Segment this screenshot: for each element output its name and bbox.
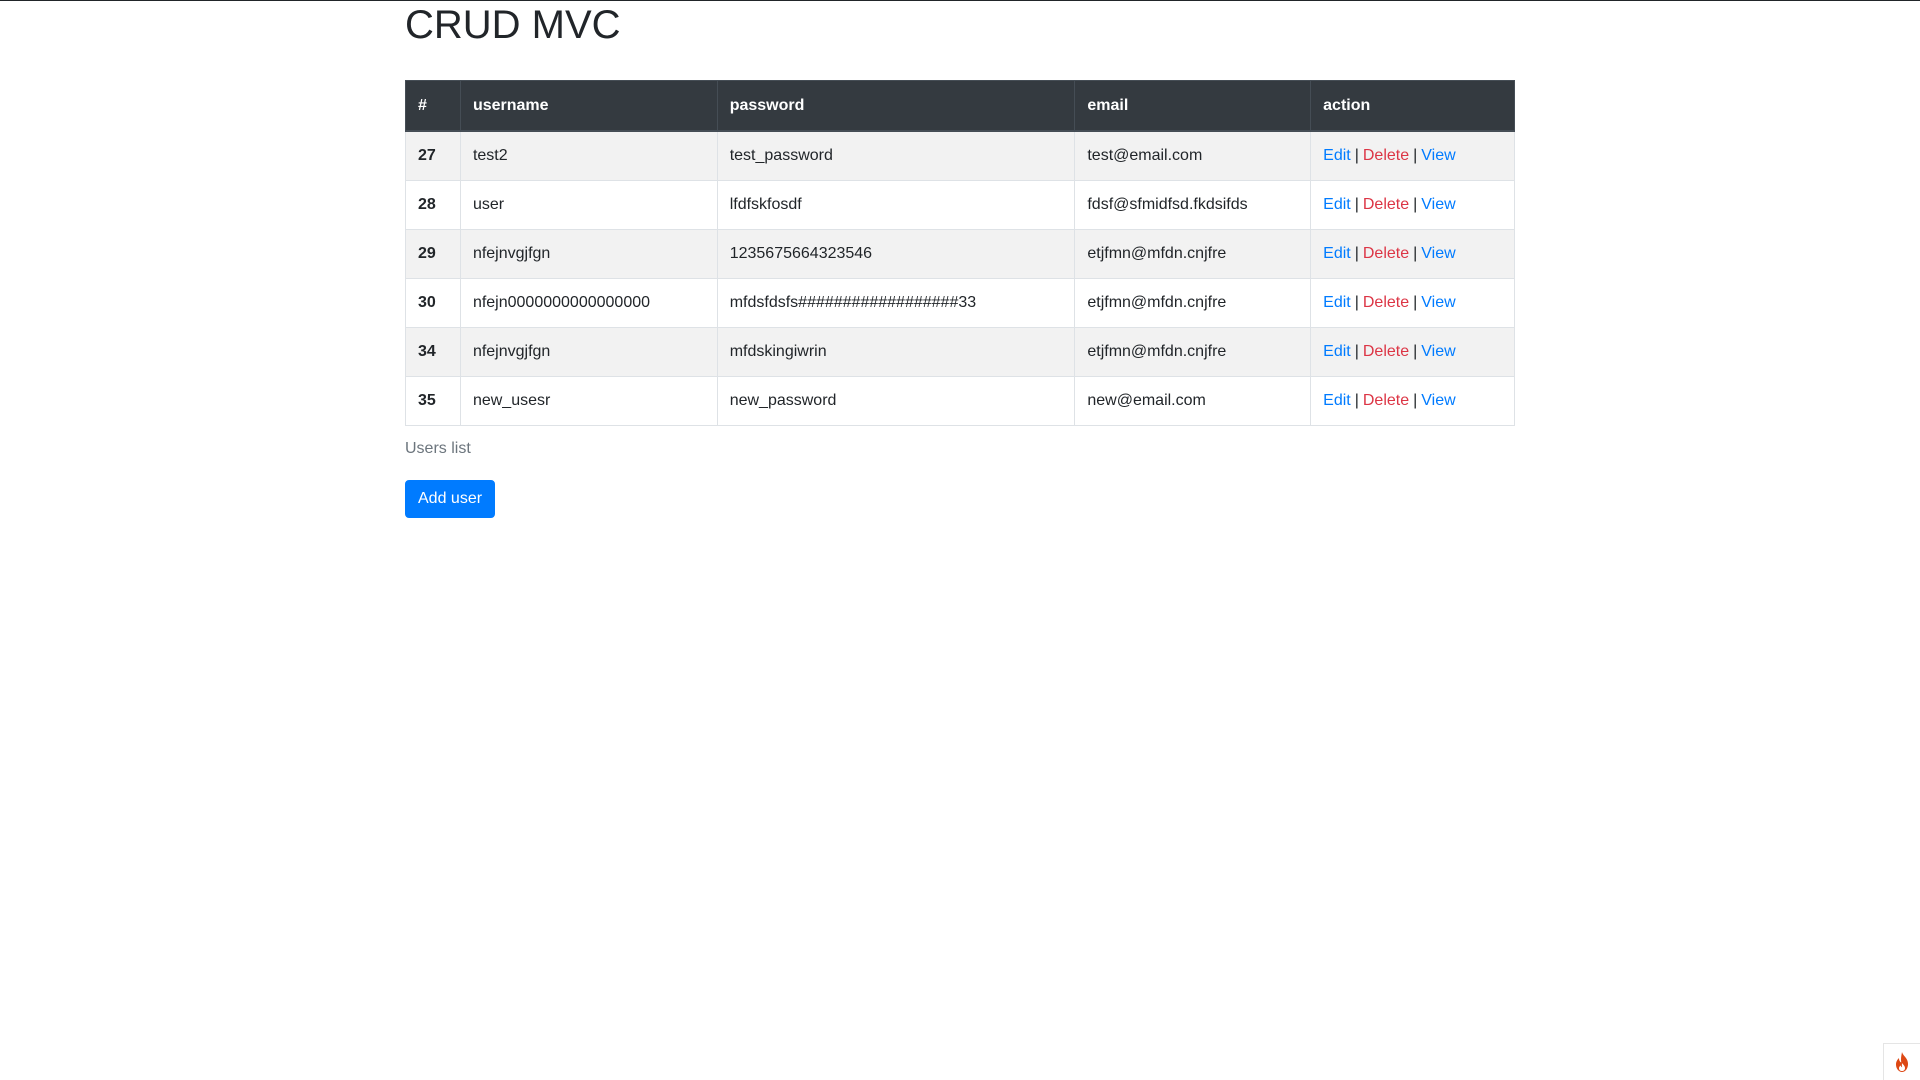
debug-toolbar-toggle[interactable] <box>1883 1043 1920 1080</box>
header-username: username <box>459 80 718 132</box>
cell-email: new@email.com <box>1074 376 1312 426</box>
action-separator: | <box>1413 392 1418 409</box>
cell-id: 35 <box>405 376 461 426</box>
table-row: 27 test2 test_password test@email.com Ed… <box>405 130 1515 181</box>
cell-actions: Edit | Delete | View <box>1310 376 1515 426</box>
delete-link[interactable]: Delete <box>1363 392 1409 409</box>
cell-actions: Edit | Delete | View <box>1310 130 1515 181</box>
action-separator: | <box>1354 147 1359 164</box>
table-row: 35 new_usesr new_password new@email.com … <box>405 376 1515 426</box>
header-password: password <box>716 80 1076 132</box>
action-separator: | <box>1354 294 1359 311</box>
add-user-button[interactable]: Add user <box>405 480 496 518</box>
users-table: Users list # username password email act… <box>405 80 1515 458</box>
cell-email: etjfmn@mfdn.cnjfre <box>1074 229 1312 279</box>
view-link[interactable]: View <box>1421 392 1455 409</box>
action-separator: | <box>1354 196 1359 213</box>
delete-link[interactable]: Delete <box>1363 294 1409 311</box>
action-separator: | <box>1413 147 1418 164</box>
edit-link[interactable]: Edit <box>1323 245 1351 262</box>
edit-link[interactable]: Edit <box>1323 196 1351 213</box>
table-row: 29 nfejnvgjfgn 1235675664323546 etjfmn@m… <box>405 229 1515 279</box>
header-id: # <box>405 80 461 132</box>
table-row: 30 nfejn0000000000000000 mfdsfdsfs######… <box>405 278 1515 328</box>
action-separator: | <box>1413 245 1418 262</box>
table-row: 34 nfejnvgjfgn mfdskingiwrin etjfmn@mfdn… <box>405 327 1515 377</box>
cell-actions: Edit | Delete | View <box>1310 229 1515 279</box>
header-action: action <box>1310 80 1515 132</box>
cell-username: new_usesr <box>459 376 718 426</box>
cell-email: test@email.com <box>1074 130 1312 181</box>
view-link[interactable]: View <box>1421 245 1455 262</box>
cell-password: 1235675664323546 <box>716 229 1076 279</box>
view-link[interactable]: View <box>1421 343 1455 360</box>
cell-password: mfdsfdsfs##################33 <box>716 278 1076 328</box>
view-link[interactable]: View <box>1421 294 1455 311</box>
action-separator: | <box>1354 343 1359 360</box>
cell-id: 28 <box>405 180 461 230</box>
cell-email: etjfmn@mfdn.cnjfre <box>1074 327 1312 377</box>
delete-link[interactable]: Delete <box>1363 196 1409 213</box>
cell-username: test2 <box>459 130 718 181</box>
edit-link[interactable]: Edit <box>1323 392 1351 409</box>
action-separator: | <box>1413 294 1418 311</box>
action-separator: | <box>1413 196 1418 213</box>
cell-id: 34 <box>405 327 461 377</box>
cell-actions: Edit | Delete | View <box>1310 327 1515 377</box>
page-title: CRUD MVC <box>405 3 621 47</box>
view-link[interactable]: View <box>1421 196 1455 213</box>
action-separator: | <box>1413 343 1418 360</box>
cell-id: 27 <box>405 130 461 181</box>
cell-actions: Edit | Delete | View <box>1310 180 1515 230</box>
action-separator: | <box>1354 245 1359 262</box>
cell-password: test_password <box>716 130 1076 181</box>
cell-username: nfejnvgjfgn <box>459 229 718 279</box>
edit-link[interactable]: Edit <box>1323 343 1351 360</box>
action-separator: | <box>1354 392 1359 409</box>
cell-username: user <box>459 180 718 230</box>
edit-link[interactable]: Edit <box>1323 294 1351 311</box>
table-caption: Users list <box>405 440 471 457</box>
cell-actions: Edit | Delete | View <box>1310 278 1515 328</box>
table-header-row: # username password email action <box>405 80 1515 132</box>
edit-link[interactable]: Edit <box>1323 147 1351 164</box>
cell-id: 29 <box>405 229 461 279</box>
cell-email: etjfmn@mfdn.cnjfre <box>1074 278 1312 328</box>
delete-link[interactable]: Delete <box>1363 147 1409 164</box>
table-row: 28 user lfdfskfosdf fdsf@sfmidfsd.fkdsif… <box>405 180 1515 230</box>
cell-username: nfejn0000000000000000 <box>459 278 718 328</box>
cell-password: lfdfskfosdf <box>716 180 1076 230</box>
flame-icon <box>1896 1052 1908 1072</box>
delete-link[interactable]: Delete <box>1363 245 1409 262</box>
view-link[interactable]: View <box>1421 147 1455 164</box>
cell-email: fdsf@sfmidfsd.fkdsifds <box>1074 180 1312 230</box>
header-email: email <box>1074 80 1312 132</box>
delete-link[interactable]: Delete <box>1363 343 1409 360</box>
cell-username: nfejnvgjfgn <box>459 327 718 377</box>
cell-id: 30 <box>405 278 461 328</box>
cell-password: new_password <box>716 376 1076 426</box>
cell-password: mfdskingiwrin <box>716 327 1076 377</box>
main-container: CRUD MVC Users list # username password … <box>405 0 1515 518</box>
